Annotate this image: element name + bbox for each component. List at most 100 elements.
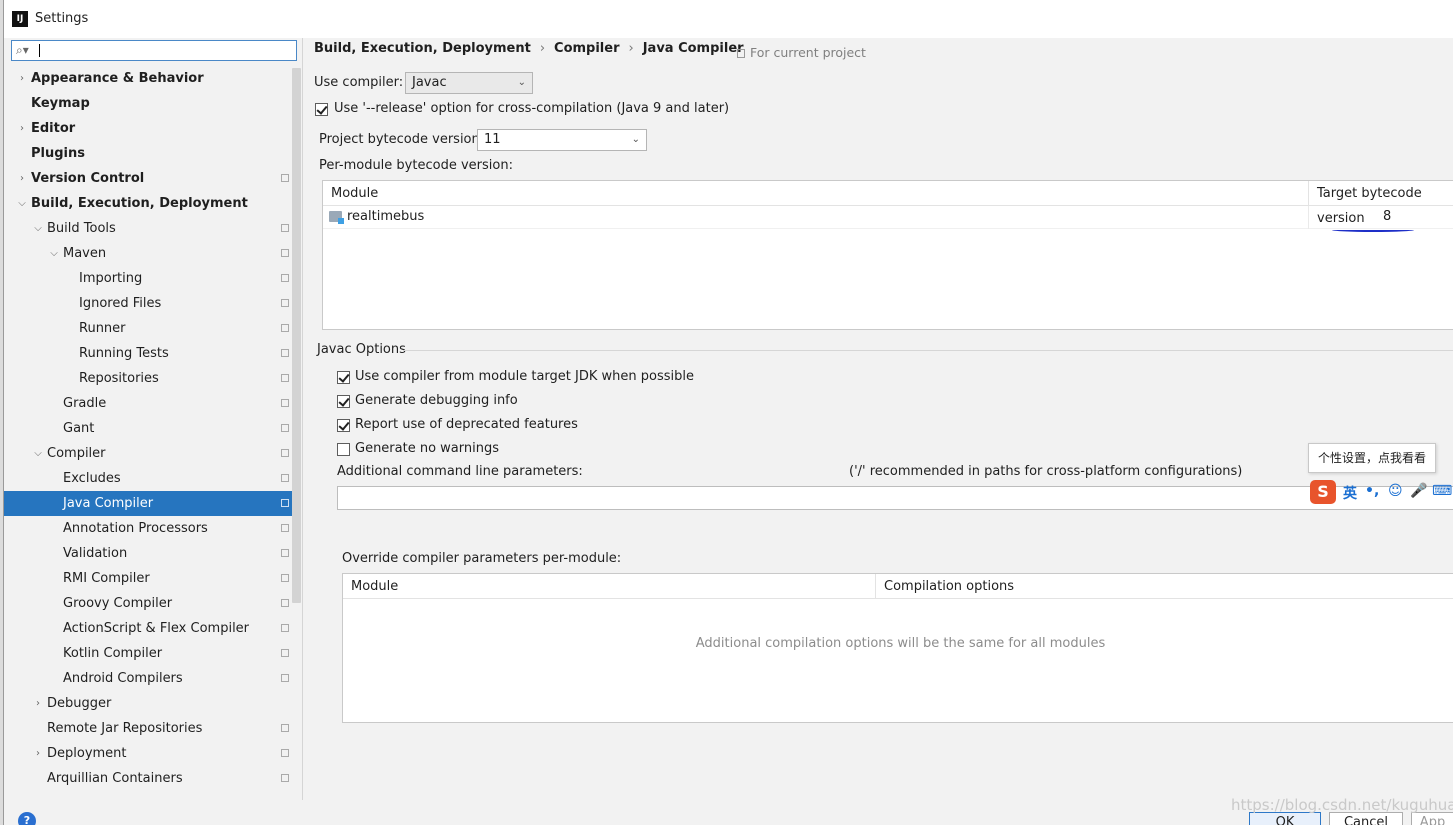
intellij-app-icon: IJ [12,11,28,27]
sidebar-item[interactable]: ActionScript & Flex Compiler [4,616,294,641]
column-header-module[interactable]: Module [331,186,378,201]
sidebar-item[interactable]: Excludes [4,466,294,491]
sidebar-item[interactable]: Annotation Processors [4,516,294,541]
sidebar-item[interactable]: Running Tests [4,341,294,366]
use-compiler-dropdown[interactable]: Javac ⌄ [405,72,533,94]
java-compiler-panel: Build, Execution, Deployment › Compiler › Ja… [304,38,1453,800]
additional-params-input[interactable] [337,486,1453,510]
override-params-label: Override compiler parameters per-module: [342,551,622,566]
for-current-project-label: For current project [750,45,866,60]
settings-window: IJ Settings ⌕▾ › Appearance & Behavior Key… [3,0,1453,825]
sidebar-item-label: ActionScript & Flex Compiler [63,621,250,636]
sidebar-item[interactable]: ⌵ Build Tools [4,216,294,241]
deprecated-features-label: Report use of deprecated features [355,417,578,432]
sogou-logo-icon[interactable]: S [1310,480,1336,504]
target-bytecode-value[interactable]: 8 [1383,209,1391,224]
debug-info-checkbox[interactable] [337,395,350,408]
chevron-right-icon[interactable]: › [32,691,44,716]
use-compiler-value: Javac [412,75,447,90]
breadcrumb-separator: › [628,41,634,56]
chevron-down-icon[interactable]: ⌵ [16,191,28,216]
sidebar-item[interactable]: › Debugger [4,691,294,716]
sidebar-item[interactable]: Gant [4,416,294,441]
sidebar-item-label: Excludes [63,471,121,486]
help-icon[interactable]: ? [18,812,36,825]
sidebar-item-label: Maven [63,246,107,261]
chevron-right-icon[interactable]: › [16,166,28,191]
empty-table-text: Additional compilation options will be t… [695,636,1106,651]
column-header-module[interactable]: Module [351,579,398,594]
sidebar-item[interactable]: RMI Compiler [4,566,294,591]
sidebar-item[interactable]: ⌵ Compiler [4,441,294,466]
language-toggle-icon[interactable]: 英 [1343,483,1357,503]
sidebar-item[interactable]: Gradle [4,391,294,416]
sidebar-item[interactable]: Ignored Files [4,291,294,316]
project-scope-icon [281,524,289,532]
chevron-down-icon: ⌄ [517,77,526,88]
project-scope-icon [281,274,289,282]
per-module-label: Per-module bytecode version: [319,158,513,173]
project-scope-icon [281,174,289,182]
keyboard-icon[interactable]: ⌨ [1432,483,1452,499]
punctuation-icon[interactable]: •, [1365,483,1379,499]
chevron-down-icon[interactable]: ⌵ [32,441,44,466]
sidebar-item[interactable]: Arquillian Containers [4,766,294,791]
sidebar-scrollbar[interactable] [292,68,301,603]
sidebar-item-label: Deployment [47,746,127,761]
project-scope-icon [281,349,289,357]
title-bar[interactable]: IJ Settings [4,0,1453,38]
sidebar-item[interactable]: Groovy Compiler [4,591,294,616]
no-warnings-checkbox[interactable] [337,443,350,456]
sidebar-item[interactable]: Android Compilers [4,666,294,691]
sidebar-item[interactable]: ⌵ Build, Execution, Deployment [4,191,294,216]
sidebar-item[interactable]: Java Compiler [4,491,294,516]
sidebar-item[interactable]: › Deployment [4,741,294,766]
sidebar-item[interactable]: Remote Jar Repositories [4,716,294,741]
chevron-down-icon[interactable]: ⌵ [32,216,44,241]
table-row[interactable]: realtimebus 8 [323,206,1453,229]
sidebar-item-label: Groovy Compiler [63,596,173,611]
sidebar-item-label: RMI Compiler [63,571,150,586]
microphone-icon[interactable]: 🎤 [1410,483,1427,499]
column-header-target-bytecode[interactable]: Target bytecode version [1308,181,1453,226]
no-warnings-label: Generate no warnings [355,441,500,456]
sidebar-item[interactable]: ⌵ Maven [4,241,294,266]
project-scope-icon [281,449,289,457]
sidebar-item[interactable]: Importing [4,266,294,291]
use-compiler-label: Use compiler: [314,75,404,90]
sidebar-item[interactable]: Runner [4,316,294,341]
chevron-right-icon[interactable]: › [16,66,28,91]
project-scope-icon [281,649,289,657]
sidebar-item-label: Build, Execution, Deployment [31,196,248,211]
release-option-checkbox[interactable] [315,103,328,116]
project-scope-icon [281,299,289,307]
sidebar-item[interactable]: › Editor [4,116,294,141]
module-name: realtimebus [347,209,425,224]
chevron-right-icon[interactable]: › [32,741,44,766]
sidebar-item[interactable]: › Version Control [4,166,294,191]
sidebar-item-label: Keymap [31,96,90,111]
use-module-jdk-checkbox[interactable] [337,371,350,384]
column-divider [1308,206,1309,229]
sidebar-item[interactable]: Validation [4,541,294,566]
sidebar-item-label: Editor [31,121,76,136]
chevron-down-icon[interactable]: ⌵ [48,241,60,266]
emoji-icon[interactable]: ☺ [1388,483,1403,499]
sidebar-item[interactable]: Repositories [4,366,294,391]
sidebar-item[interactable]: › Appearance & Behavior [4,66,294,91]
settings-search-input[interactable]: ⌕▾ [11,40,297,61]
project-bytecode-dropdown[interactable]: 11 ⌄ [477,129,647,151]
deprecated-features-checkbox[interactable] [337,419,350,432]
column-header-compilation-options[interactable]: Compilation options [875,574,1014,599]
project-bytecode-value: 11 [484,132,501,147]
sidebar-item-label: Arquillian Containers [47,771,183,786]
project-scope-icon [281,724,289,732]
sidebar-item[interactable]: Keymap [4,91,294,116]
sidebar-item[interactable]: Plugins [4,141,294,166]
sidebar-item[interactable]: Kotlin Compiler [4,641,294,666]
sidebar-item-label: Running Tests [79,346,169,361]
use-module-jdk-label: Use compiler from module target JDK when… [355,369,694,384]
project-scope-icon [281,774,289,782]
chevron-right-icon[interactable]: › [16,116,28,141]
ime-toolbar[interactable]: S 英 •, ☺ 🎤 ⌨ [1310,480,1453,504]
